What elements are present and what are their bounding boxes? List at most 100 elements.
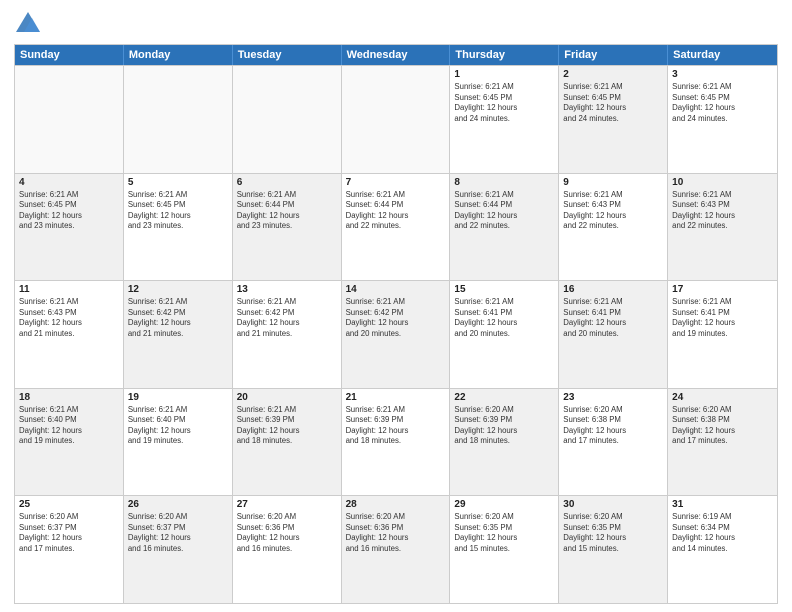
day-number: 12 xyxy=(128,284,228,295)
calendar: SundayMondayTuesdayWednesdayThursdayFrid… xyxy=(14,44,778,604)
cell-text: Sunrise: 6:21 AMSunset: 6:45 PMDaylight:… xyxy=(19,190,119,232)
calendar-header: SundayMondayTuesdayWednesdayThursdayFrid… xyxy=(15,45,777,65)
cell-text: Sunrise: 6:21 AMSunset: 6:45 PMDaylight:… xyxy=(454,82,554,124)
day-number: 4 xyxy=(19,177,119,188)
day-number: 17 xyxy=(672,284,773,295)
cell-text: Sunrise: 6:19 AMSunset: 6:34 PMDaylight:… xyxy=(672,512,773,554)
cal-cell-0-0 xyxy=(15,66,124,173)
cal-cell-1-3: 7Sunrise: 6:21 AMSunset: 6:44 PMDaylight… xyxy=(342,174,451,281)
day-number: 6 xyxy=(237,177,337,188)
cal-cell-2-6: 17 Sunrise: 6:21 AMSunset: 6:41 PMDayligh… xyxy=(668,281,777,388)
day-number: 25 xyxy=(19,499,119,510)
day-number: 7 xyxy=(346,177,446,188)
cal-cell-2-3: 14 Sunrise: 6:21 AMSunset: 6:42 PMDayligh… xyxy=(342,281,451,388)
cal-cell-0-4: 1 Sunrise: 6:21 AMSunset: 6:45 PMDaylight… xyxy=(450,66,559,173)
cell-text: Sunrise: 6:21 AMSunset: 6:40 PMDaylight:… xyxy=(128,405,228,447)
day-number: 2 xyxy=(563,69,663,80)
cal-cell-3-0: 18 Sunrise: 6:21 AMSunset: 6:40 PMDayligh… xyxy=(15,389,124,496)
weekday-header-saturday: Saturday xyxy=(668,45,777,65)
cell-text: Sunrise: 6:20 AMSunset: 6:37 PMDaylight:… xyxy=(128,512,228,554)
cell-text: Sunrise: 6:21 AMSunset: 6:41 PMDaylight:… xyxy=(672,297,773,339)
day-number: 14 xyxy=(346,284,446,295)
day-number: 8 xyxy=(454,177,554,188)
day-number: 31 xyxy=(672,499,773,510)
cal-cell-3-1: 19 Sunrise: 6:21 AMSunset: 6:40 PMDayligh… xyxy=(124,389,233,496)
day-number: 3 xyxy=(672,69,773,80)
cal-cell-1-4: 8Sunrise: 6:21 AMSunset: 6:44 PMDaylight… xyxy=(450,174,559,281)
cell-text: Sunrise: 6:21 AMSunset: 6:41 PMDaylight:… xyxy=(454,297,554,339)
weekday-header-thursday: Thursday xyxy=(450,45,559,65)
day-number: 11 xyxy=(19,284,119,295)
cal-cell-2-2: 13 Sunrise: 6:21 AMSunset: 6:42 PMDayligh… xyxy=(233,281,342,388)
day-number: 1 xyxy=(454,69,554,80)
cal-cell-4-4: 29 Sunrise: 6:20 AMSunset: 6:35 PMDayligh… xyxy=(450,496,559,603)
cal-cell-2-4: 15 Sunrise: 6:21 AMSunset: 6:41 PMDayligh… xyxy=(450,281,559,388)
cal-row-2: 11 Sunrise: 6:21 AMSunset: 6:43 PMDayligh… xyxy=(15,280,777,388)
cell-text: Sunrise: 6:21 AMSunset: 6:43 PMDaylight:… xyxy=(563,190,663,232)
cal-cell-4-3: 28 Sunrise: 6:20 AMSunset: 6:36 PMDayligh… xyxy=(342,496,451,603)
day-number: 28 xyxy=(346,499,446,510)
cal-cell-0-2 xyxy=(233,66,342,173)
cal-cell-3-3: 21 Sunrise: 6:21 AMSunset: 6:39 PMDayligh… xyxy=(342,389,451,496)
day-number: 16 xyxy=(563,284,663,295)
day-number: 19 xyxy=(128,392,228,403)
cal-cell-2-0: 11 Sunrise: 6:21 AMSunset: 6:43 PMDayligh… xyxy=(15,281,124,388)
day-number: 26 xyxy=(128,499,228,510)
page: SundayMondayTuesdayWednesdayThursdayFrid… xyxy=(0,0,792,612)
day-number: 21 xyxy=(346,392,446,403)
cal-row-1: 4 Sunrise: 6:21 AMSunset: 6:45 PMDaylight… xyxy=(15,173,777,281)
cell-text: Sunrise: 6:21 AMSunset: 6:43 PMDaylight:… xyxy=(672,190,773,232)
cell-text: Sunrise: 6:20 AMSunset: 6:38 PMDaylight:… xyxy=(563,405,663,447)
cell-text: Sunrise: 6:21 AMSunset: 6:45 PMDaylight:… xyxy=(672,82,773,124)
cell-text: Sunrise: 6:20 AMSunset: 6:36 PMDaylight:… xyxy=(237,512,337,554)
cell-text: Sunrise: 6:21 AMSunset: 6:43 PMDaylight:… xyxy=(19,297,119,339)
cal-cell-4-1: 26 Sunrise: 6:20 AMSunset: 6:37 PMDayligh… xyxy=(124,496,233,603)
cal-cell-2-1: 12Sunrise: 6:21 AMSunset: 6:42 PMDayligh… xyxy=(124,281,233,388)
day-number: 22 xyxy=(454,392,554,403)
cell-text: Sunrise: 6:20 AMSunset: 6:38 PMDaylight:… xyxy=(672,405,773,447)
cal-cell-1-2: 6 Sunrise: 6:21 AMSunset: 6:44 PMDaylight… xyxy=(233,174,342,281)
logo xyxy=(14,10,46,38)
day-number: 9 xyxy=(563,177,663,188)
weekday-header-monday: Monday xyxy=(124,45,233,65)
cell-text: Sunrise: 6:20 AMSunset: 6:39 PMDaylight:… xyxy=(454,405,554,447)
cal-cell-4-5: 30Sunrise: 6:20 AMSunset: 6:35 PMDayligh… xyxy=(559,496,668,603)
day-number: 15 xyxy=(454,284,554,295)
day-number: 10 xyxy=(672,177,773,188)
day-number: 29 xyxy=(454,499,554,510)
cal-cell-0-3 xyxy=(342,66,451,173)
cal-cell-3-4: 22 Sunrise: 6:20 AMSunset: 6:39 PMDayligh… xyxy=(450,389,559,496)
cal-row-4: 25 Sunrise: 6:20 AMSunset: 6:37 PMDayligh… xyxy=(15,495,777,603)
cell-text: Sunrise: 6:21 AMSunset: 6:44 PMDaylight:… xyxy=(237,190,337,232)
cell-text: Sunrise: 6:21 AMSunset: 6:42 PMDaylight:… xyxy=(346,297,446,339)
cal-cell-1-0: 4 Sunrise: 6:21 AMSunset: 6:45 PMDaylight… xyxy=(15,174,124,281)
cell-text: Sunrise: 6:20 AMSunset: 6:37 PMDaylight:… xyxy=(19,512,119,554)
header xyxy=(14,10,778,38)
cal-cell-4-6: 31 Sunrise: 6:19 AMSunset: 6:34 PMDayligh… xyxy=(668,496,777,603)
cal-cell-1-1: 5Sunrise: 6:21 AMSunset: 6:45 PMDaylight… xyxy=(124,174,233,281)
day-number: 5 xyxy=(128,177,228,188)
day-number: 18 xyxy=(19,392,119,403)
day-number: 20 xyxy=(237,392,337,403)
day-number: 23 xyxy=(563,392,663,403)
cell-text: Sunrise: 6:21 AMSunset: 6:39 PMDaylight:… xyxy=(237,405,337,447)
cal-cell-1-6: 10 Sunrise: 6:21 AMSunset: 6:43 PMDayligh… xyxy=(668,174,777,281)
cal-cell-0-1 xyxy=(124,66,233,173)
day-number: 24 xyxy=(672,392,773,403)
weekday-header-wednesday: Wednesday xyxy=(342,45,451,65)
day-number: 13 xyxy=(237,284,337,295)
cal-cell-3-2: 20 Sunrise: 6:21 AMSunset: 6:39 PMDayligh… xyxy=(233,389,342,496)
cal-cell-4-0: 25 Sunrise: 6:20 AMSunset: 6:37 PMDayligh… xyxy=(15,496,124,603)
cal-cell-1-5: 9 Sunrise: 6:21 AMSunset: 6:43 PMDaylight… xyxy=(559,174,668,281)
cal-row-3: 18 Sunrise: 6:21 AMSunset: 6:40 PMDayligh… xyxy=(15,388,777,496)
cell-text: Sunrise: 6:21 AMSunset: 6:41 PMDaylight:… xyxy=(563,297,663,339)
cell-text: Sunrise: 6:20 AMSunset: 6:36 PMDaylight:… xyxy=(346,512,446,554)
cell-text: Sunrise: 6:21 AMSunset: 6:39 PMDaylight:… xyxy=(346,405,446,447)
cell-text: Sunrise: 6:20 AMSunset: 6:35 PMDaylight:… xyxy=(563,512,663,554)
cell-text: Sunrise: 6:21 AMSunset: 6:40 PMDaylight:… xyxy=(19,405,119,447)
cell-text: Sunrise: 6:20 AMSunset: 6:35 PMDaylight:… xyxy=(454,512,554,554)
day-number: 27 xyxy=(237,499,337,510)
weekday-header-friday: Friday xyxy=(559,45,668,65)
cell-text: Sunrise: 6:21 AMSunset: 6:42 PMDaylight:… xyxy=(237,297,337,339)
cell-text: Sunrise: 6:21 AMSunset: 6:45 PMDaylight:… xyxy=(563,82,663,124)
